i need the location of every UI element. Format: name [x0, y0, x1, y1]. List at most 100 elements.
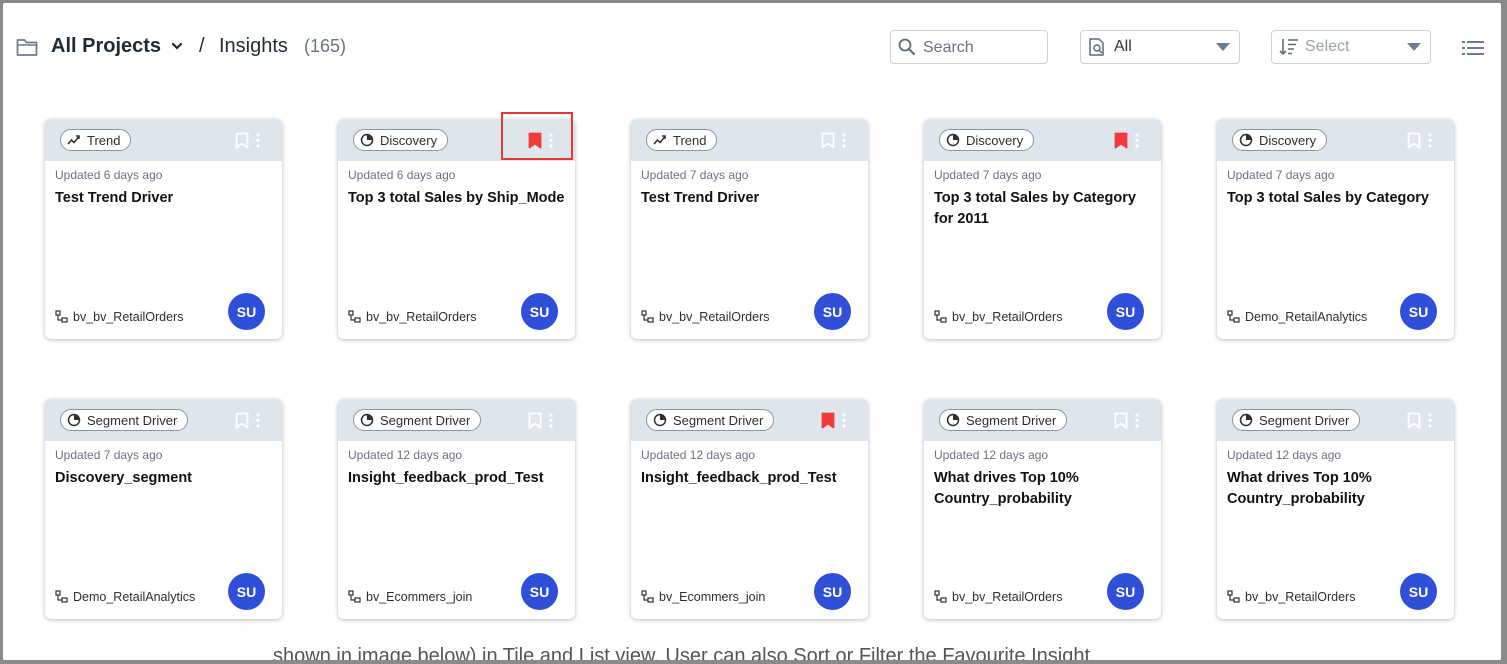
dataset-name: bv_bv_RetailOrders	[1245, 590, 1356, 604]
avatar[interactable]: SU	[228, 573, 265, 610]
caret-down-icon	[1216, 43, 1230, 51]
updated-time: Updated 7 days ago	[641, 168, 749, 182]
segment-icon	[67, 413, 81, 427]
dataset-name: bv_bv_RetailOrders	[366, 310, 477, 324]
avatar[interactable]: SU	[814, 293, 851, 330]
insight-title[interactable]: Top 3 total Sales by Category	[1227, 188, 1445, 209]
dataset-icon	[1227, 590, 1240, 603]
insight-title[interactable]: Top 3 total Sales by Category for 2011	[934, 188, 1152, 230]
insight-type-badge: Discovery	[939, 129, 1035, 151]
more-options-icon[interactable]	[1135, 413, 1139, 428]
more-options-icon[interactable]	[256, 133, 260, 148]
insight-type-badge: Segment Driver	[646, 409, 775, 431]
insight-type-badge: Segment Driver	[60, 409, 189, 431]
avatar[interactable]: SU	[521, 293, 558, 330]
avatar[interactable]: SU	[814, 573, 851, 610]
chevron-down-icon[interactable]	[170, 39, 184, 53]
dataset-name: bv_bv_RetailOrders	[952, 310, 1063, 324]
insight-card[interactable]: Discovery Updated 6 days ago Top 3 total S…	[338, 119, 575, 339]
insight-card[interactable]: Segment Driver Updated 12 days ago Insight…	[631, 399, 868, 619]
sort-select[interactable]: Select	[1271, 30, 1431, 64]
search-input[interactable]	[921, 35, 1045, 61]
list-view-icon[interactable]	[1462, 39, 1484, 57]
insight-card[interactable]: Discovery Updated 7 days ago Top 3 total S…	[1217, 119, 1454, 339]
updated-time: Updated 7 days ago	[55, 448, 163, 462]
insight-type-label: Discovery	[380, 132, 438, 148]
more-options-icon[interactable]	[842, 413, 846, 428]
discovery-icon	[946, 133, 960, 147]
segment-icon	[946, 413, 960, 427]
sort-icon	[1279, 39, 1298, 56]
dataset-icon	[641, 310, 654, 323]
dataset-icon	[55, 590, 68, 603]
bookmark-icon[interactable]	[1407, 412, 1421, 429]
search-field[interactable]	[890, 30, 1048, 64]
more-options-icon[interactable]	[549, 133, 553, 148]
search-icon	[898, 38, 915, 55]
card-header: Segment Driver	[1217, 399, 1454, 441]
avatar[interactable]: SU	[1107, 573, 1144, 610]
folder-icon	[16, 39, 38, 56]
insight-type-badge: Discovery	[1232, 129, 1328, 151]
breadcrumb-current: Insights	[219, 35, 288, 57]
insight-card[interactable]: Discovery Updated 7 days ago Top 3 total S…	[924, 119, 1161, 339]
avatar[interactable]: SU	[521, 573, 558, 610]
insight-card[interactable]: Segment Driver Updated 12 days ago What dr…	[1217, 399, 1454, 619]
insight-title[interactable]: Discovery_segment	[55, 468, 273, 489]
trend-icon	[67, 135, 80, 145]
insight-title[interactable]: What drives Top 10% Country_probability	[1227, 468, 1445, 510]
dataset-icon	[55, 310, 68, 323]
insight-title[interactable]: Insight_feedback_prod_Test	[641, 468, 859, 489]
bookmark-icon[interactable]	[235, 412, 249, 429]
avatar[interactable]: SU	[1400, 293, 1437, 330]
card-header: Discovery	[338, 119, 575, 161]
dataset-icon	[934, 590, 947, 603]
insight-card[interactable]: Trend Updated 6 days ago Test Trend Driver…	[45, 119, 282, 339]
insight-title[interactable]: Test Trend Driver	[641, 188, 859, 209]
bookmark-icon[interactable]	[1407, 132, 1421, 149]
bookmark-icon[interactable]	[528, 412, 542, 429]
caret-down-icon	[1407, 43, 1421, 51]
bookmark-icon[interactable]	[235, 132, 249, 149]
insight-title[interactable]: Test Trend Driver	[55, 188, 273, 209]
filter-select[interactable]: All	[1080, 30, 1240, 64]
dataset-name: bv_Ecommers_join	[659, 590, 766, 604]
insight-card[interactable]: Segment Driver Updated 7 days ago Discover…	[45, 399, 282, 619]
more-options-icon[interactable]	[1428, 133, 1432, 148]
insight-type-label: Trend	[673, 132, 707, 148]
bookmark-icon[interactable]	[1114, 412, 1128, 429]
bookmark-icon[interactable]	[821, 132, 835, 149]
dataset-name: Demo_RetailAnalytics	[73, 590, 196, 604]
more-options-icon[interactable]	[1135, 133, 1139, 148]
updated-time: Updated 12 days ago	[641, 448, 756, 462]
insight-type-badge: Trend	[646, 129, 718, 151]
bookmark-icon[interactable]	[1114, 132, 1128, 149]
insight-card[interactable]: Segment Driver Updated 12 days ago What dr…	[924, 399, 1161, 619]
discovery-icon	[360, 133, 374, 147]
dataset-name: bv_bv_RetailOrders	[952, 590, 1063, 604]
avatar[interactable]: SU	[1400, 573, 1437, 610]
trend-icon	[653, 135, 666, 145]
project-dropdown-label[interactable]: All Projects	[51, 35, 161, 58]
updated-time: Updated 6 days ago	[55, 168, 163, 182]
more-options-icon[interactable]	[256, 413, 260, 428]
more-options-icon[interactable]	[842, 133, 846, 148]
insight-title[interactable]: Top 3 total Sales by Ship_Mode	[348, 188, 566, 209]
bookmark-icon[interactable]	[821, 412, 835, 429]
insight-card[interactable]: Segment Driver Updated 12 days ago Insight…	[338, 399, 575, 619]
page-header: All Projects / Insights (165) All	[3, 3, 1501, 93]
insight-title[interactable]: What drives Top 10% Country_probability	[934, 468, 1152, 510]
insight-type-label: Segment Driver	[673, 412, 764, 428]
avatar[interactable]: SU	[1107, 293, 1144, 330]
more-options-icon[interactable]	[549, 413, 553, 428]
bookmark-icon[interactable]	[528, 132, 542, 149]
breadcrumb-separator: /	[199, 35, 205, 57]
insight-type-badge: Segment Driver	[1232, 409, 1361, 431]
insight-title[interactable]: Insight_feedback_prod_Test	[348, 468, 566, 489]
avatar[interactable]: SU	[228, 293, 265, 330]
insight-type-label: Segment Driver	[1259, 412, 1350, 428]
card-header: Segment Driver	[631, 399, 868, 441]
more-options-icon[interactable]	[1428, 413, 1432, 428]
insight-card[interactable]: Trend Updated 7 days ago Test Trend Driver…	[631, 119, 868, 339]
dataset-name: bv_bv_RetailOrders	[659, 310, 770, 324]
